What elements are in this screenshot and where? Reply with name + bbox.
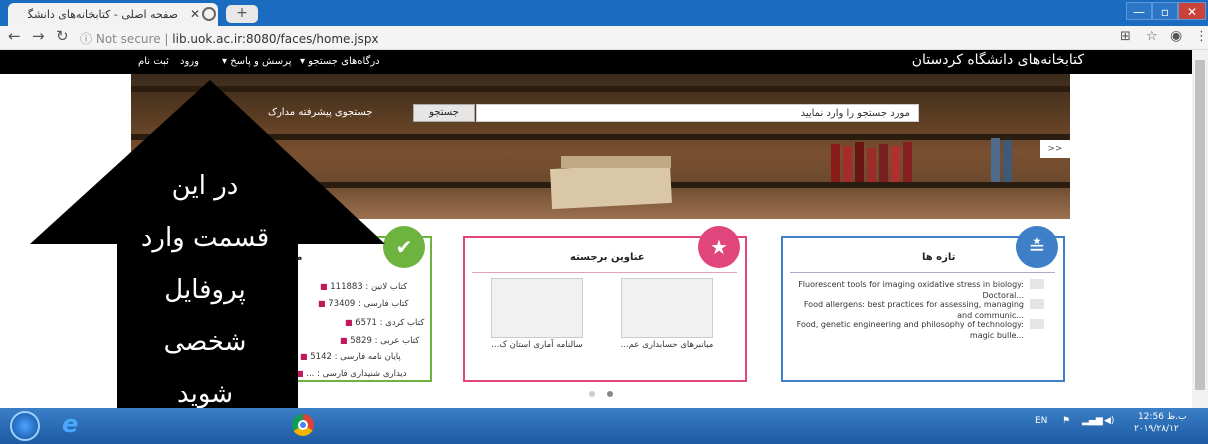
taskbar	[0, 408, 1208, 444]
annotation-line: قسمت وارد	[140, 223, 270, 253]
network-icon[interactable]: ▂▄▆	[1082, 416, 1103, 426]
annotation-line: شخصی	[163, 327, 247, 357]
flag-icon[interactable]: ⚑	[1062, 416, 1070, 426]
clock-date[interactable]: ۲۰۱۹/۲۸/۱۲	[1134, 424, 1179, 434]
annotation-line: در این	[171, 171, 239, 201]
internet-explorer-icon[interactable]: e	[62, 410, 78, 438]
annotation-text: در این قسمت وارد پروفایل شخصی شوید	[115, 160, 295, 420]
annotation-line: پروفایل	[164, 275, 246, 305]
chrome-icon[interactable]	[292, 414, 314, 436]
start-button[interactable]	[10, 411, 40, 441]
clock-time[interactable]: 12:56 ب.ظ	[1138, 412, 1186, 422]
volume-icon[interactable]: ◀)	[1104, 416, 1114, 426]
language-indicator[interactable]: EN	[1035, 416, 1047, 426]
